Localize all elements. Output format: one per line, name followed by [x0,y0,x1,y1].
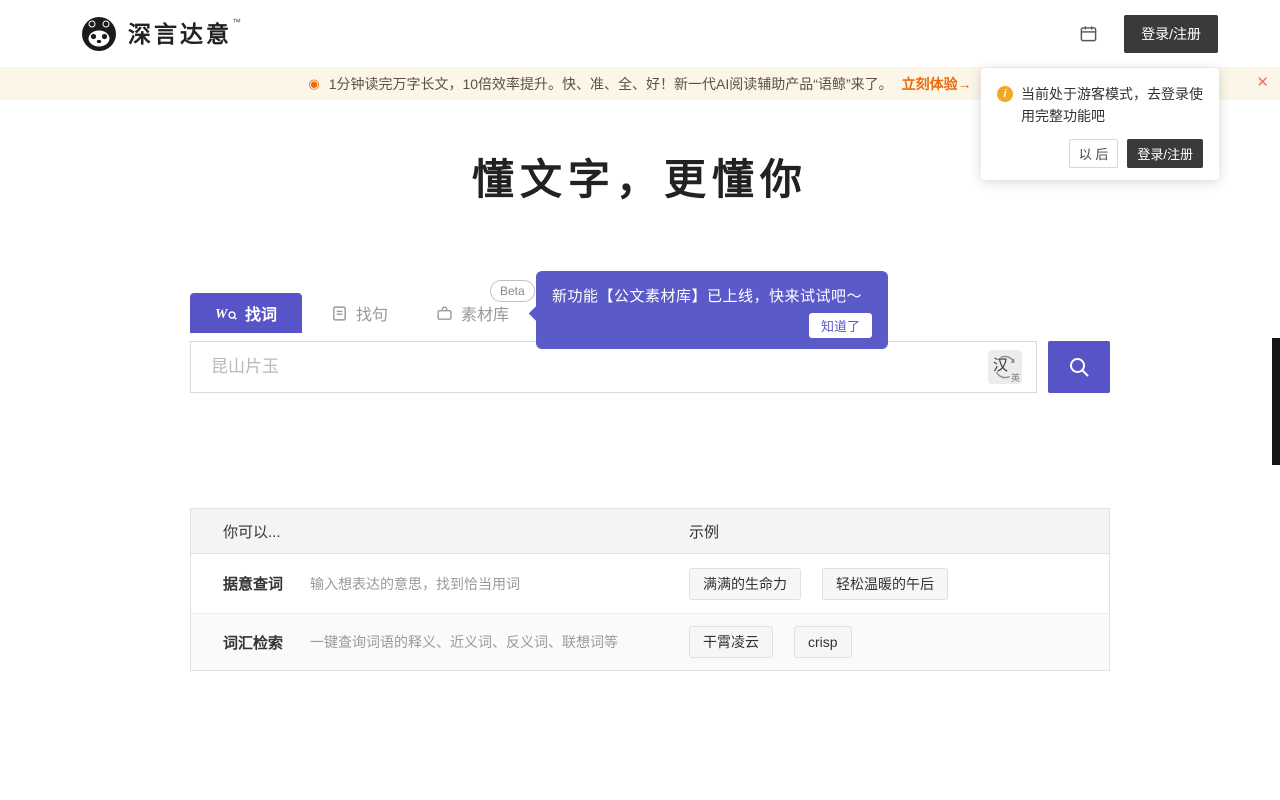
feature-name: 词汇检索 [223,634,284,652]
search-input[interactable] [191,342,1036,392]
find-word-icon: W [215,307,237,321]
tab-material-library-label: 素材库 [461,307,510,324]
app-header: 深言达意 ™ 登录/注册 [0,0,1280,67]
tab-find-sentence[interactable]: 找句 [312,293,407,333]
panda-logo-icon [82,16,116,51]
search-button[interactable] [1048,341,1110,393]
banner-cta-link[interactable]: 立刻体验→ [902,74,972,94]
tooltip-confirm-button[interactable]: 知道了 [808,313,872,338]
main-panel: W 找词 找句 素材库 Beta 新功能【公文素材库】已上线，快来试试吧～ 知道… [190,271,1110,671]
new-feature-tooltip: 新功能【公文素材库】已上线，快来试试吧～ 知道了 [528,271,888,349]
examples-table: 你可以... 示例 据意查词 输入想表达的意思，找到恰当用词 满满的生命力 轻松… [190,508,1110,671]
guest-mode-popup: i 当前处于游客模式，去登录使用完整功能吧 以 后 登录/注册 [981,68,1219,180]
find-sentence-icon [333,305,346,321]
feature-desc: 一键查询词语的释义、近义词、反义词、联想词等 [310,634,619,650]
table-header: 你可以... 示例 [191,509,1109,554]
banner-close-icon[interactable]: ✕ [1256,75,1269,90]
table-header-example: 示例 [689,523,720,541]
tooltip-text: 新功能【公文素材库】已上线，快来试试吧～ [552,288,863,305]
search-icon [1070,358,1089,377]
banner-dot-icon: ◉ [308,76,320,91]
tooltip-arrow [528,305,545,322]
svg-text:W: W [215,307,229,321]
example-chip[interactable]: 轻松温暖的午后 [822,567,948,600]
tab-bar: W 找词 找句 素材库 Beta 新功能【公文素材库】已上线，快来试试吧～ 知道… [190,271,1110,349]
guest-popup-text: 当前处于游客模式，去登录使用完整功能吧 [1021,86,1203,125]
example-chip[interactable]: 干霄凌云 [689,626,773,658]
trademark-mark: ™ [232,16,241,27]
tab-find-word[interactable]: W 找词 [190,293,303,333]
language-toggle[interactable]: 汉 英 [988,350,1022,384]
info-icon: i [997,86,1013,102]
calendar-icon[interactable] [1079,24,1098,43]
lang-primary-label: 汉 [993,357,1009,374]
lang-secondary-label: 英 [1010,373,1020,383]
table-header-can-do: 你可以... [223,523,281,541]
beta-badge: Beta [490,280,535,302]
tab-find-word-label: 找词 [245,307,278,324]
tab-find-sentence-label: 找句 [356,307,389,324]
feature-desc: 输入想表达的意思，找到恰当用词 [310,575,521,592]
login-register-button[interactable]: 登录/注册 [1124,14,1218,53]
banner-text: 1分钟读完万字长文，10倍效率提升。快、准、全、好！新一代AI阅读辅助产品“语鲸… [328,75,893,92]
later-button[interactable]: 以 后 [1068,138,1119,168]
material-library-icon [437,305,452,320]
scrollbar-thumb[interactable] [1272,338,1280,465]
table-row: 据意查词 输入想表达的意思，找到恰当用词 满满的生命力 轻松温暖的午后 [191,554,1109,614]
example-chip[interactable]: crisp [794,626,852,658]
brand-name: 深言达意 [128,21,232,47]
example-chip[interactable]: 满满的生命力 [689,567,801,600]
brand-logo[interactable]: 深言达意 ™ [80,15,241,53]
table-row: 词汇检索 一键查询词语的释义、近义词、反义词、联想词等 干霄凌云 crisp [191,614,1109,670]
popup-login-register-button[interactable]: 登录/注册 [1127,138,1203,168]
feature-name: 据意查词 [223,576,284,593]
